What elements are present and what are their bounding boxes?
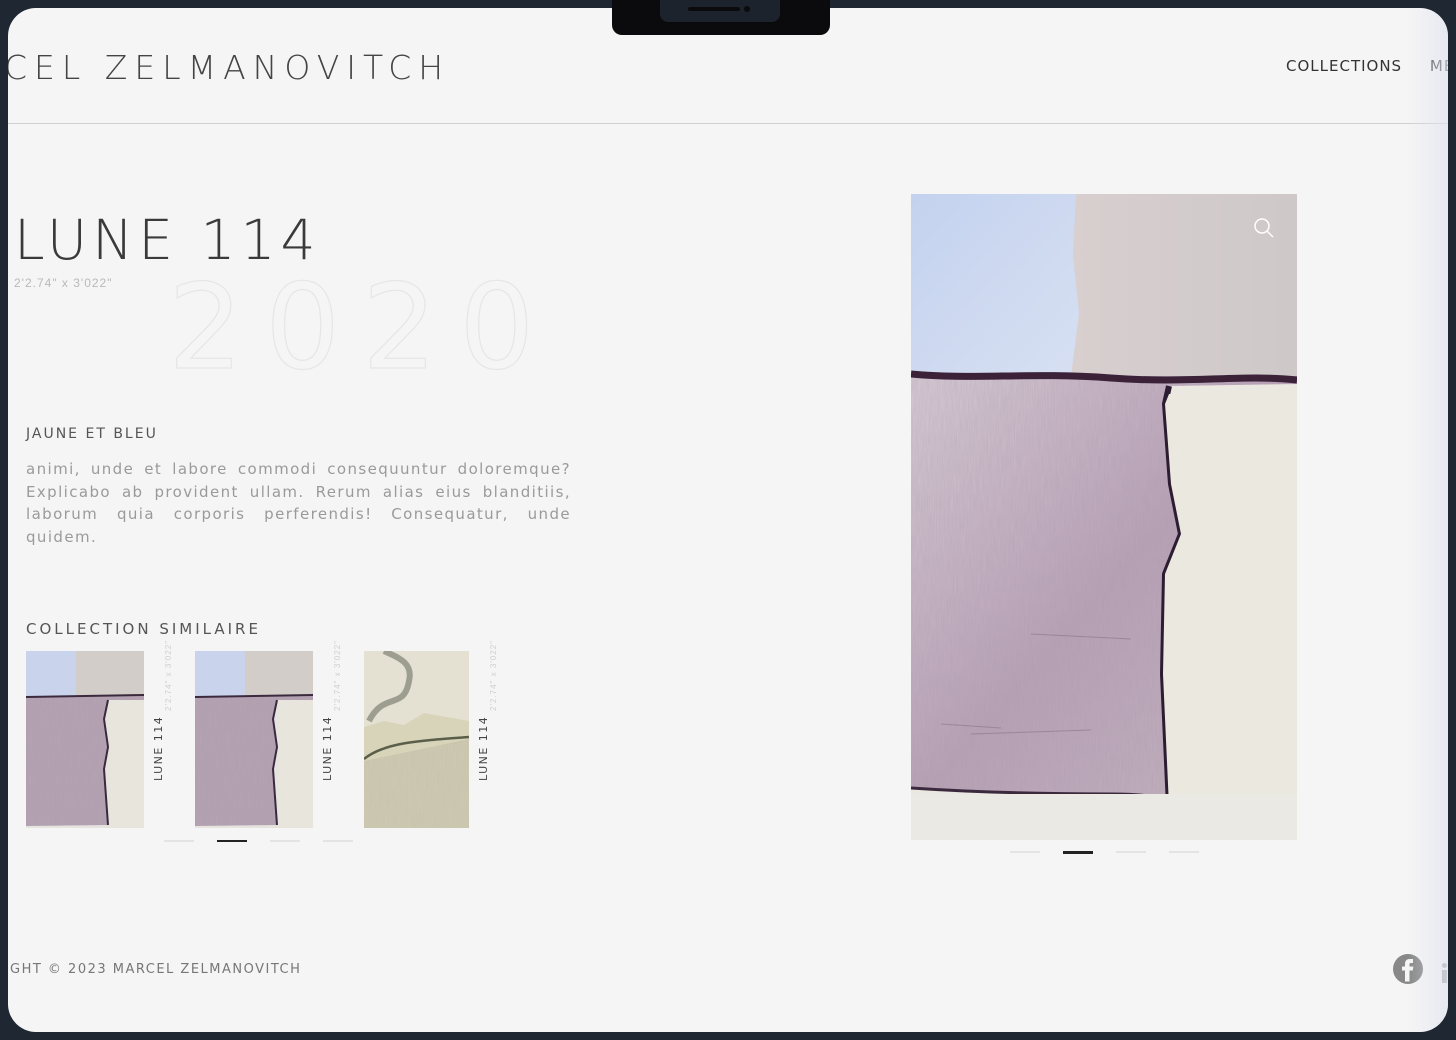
artwork-year: 2020	[167, 257, 557, 396]
gallery-pager-dot-3[interactable]	[1116, 851, 1146, 853]
artwork-title: LUNE 114	[14, 208, 321, 272]
device-notch	[612, 0, 830, 35]
similar-thumbnail-2-caption: LUNE 114 2'2.74" x 3'022"	[321, 640, 342, 781]
nav-item-collections[interactable]: COLLECTIONS	[1286, 57, 1402, 75]
gallery-pager-dot-2[interactable]	[1063, 851, 1093, 854]
thumbnail-image	[364, 651, 469, 828]
similar-pager-dot-3[interactable]	[270, 840, 300, 842]
edge-shadow	[1408, 8, 1448, 1032]
artwork-subtitle: JAUNE ET BLEU	[26, 426, 158, 442]
similar-thumbnail-1[interactable]	[26, 651, 144, 828]
painting-image	[911, 194, 1297, 840]
thumbnail-image	[26, 651, 144, 828]
device-frame: CEL ZELMANOVITCH COLLECTIONS ME 2020 LUN…	[0, 0, 1456, 1040]
similar-thumbnail-2[interactable]	[195, 651, 313, 828]
gallery-pager-dot-1[interactable]	[1010, 851, 1040, 853]
site-brand[interactable]: CEL ZELMANOVITCH	[8, 48, 450, 87]
search-icon[interactable]	[1253, 217, 1275, 239]
artwork-description: animi, unde et labore commodi consequunt…	[26, 460, 571, 546]
facebook-icon[interactable]	[1392, 953, 1424, 985]
artwork-main-image[interactable]	[911, 194, 1297, 840]
browser-viewport: CEL ZELMANOVITCH COLLECTIONS ME 2020 LUN…	[8, 8, 1448, 1032]
thumbnail-image	[195, 651, 313, 828]
similar-pager-dot-4[interactable]	[323, 840, 353, 842]
artwork-dimensions: 2'2.74" x 3'022"	[14, 276, 113, 290]
footer-copyright: GHT © 2023 MARCEL ZELMANOVITCH	[10, 962, 302, 977]
instagram-icon[interactable]	[1440, 955, 1448, 983]
main-nav: COLLECTIONS ME	[1286, 57, 1448, 75]
similar-thumbnail-3[interactable]	[364, 651, 469, 828]
header-divider	[8, 123, 1448, 124]
similar-thumbnail-3-caption: LUNE 114 2'2.74" x 3'022"	[477, 640, 498, 781]
gallery-pager-dot-4[interactable]	[1169, 851, 1199, 853]
similar-pager-dot-2[interactable]	[217, 840, 247, 842]
similar-collection-heading: COLLECTION SIMILAIRE	[26, 620, 261, 638]
similar-pager-dot-1[interactable]	[164, 840, 194, 842]
nav-item-me[interactable]: ME	[1430, 57, 1448, 75]
similar-thumbnail-1-caption: LUNE 114 2'2.74" x 3'022"	[152, 640, 173, 781]
